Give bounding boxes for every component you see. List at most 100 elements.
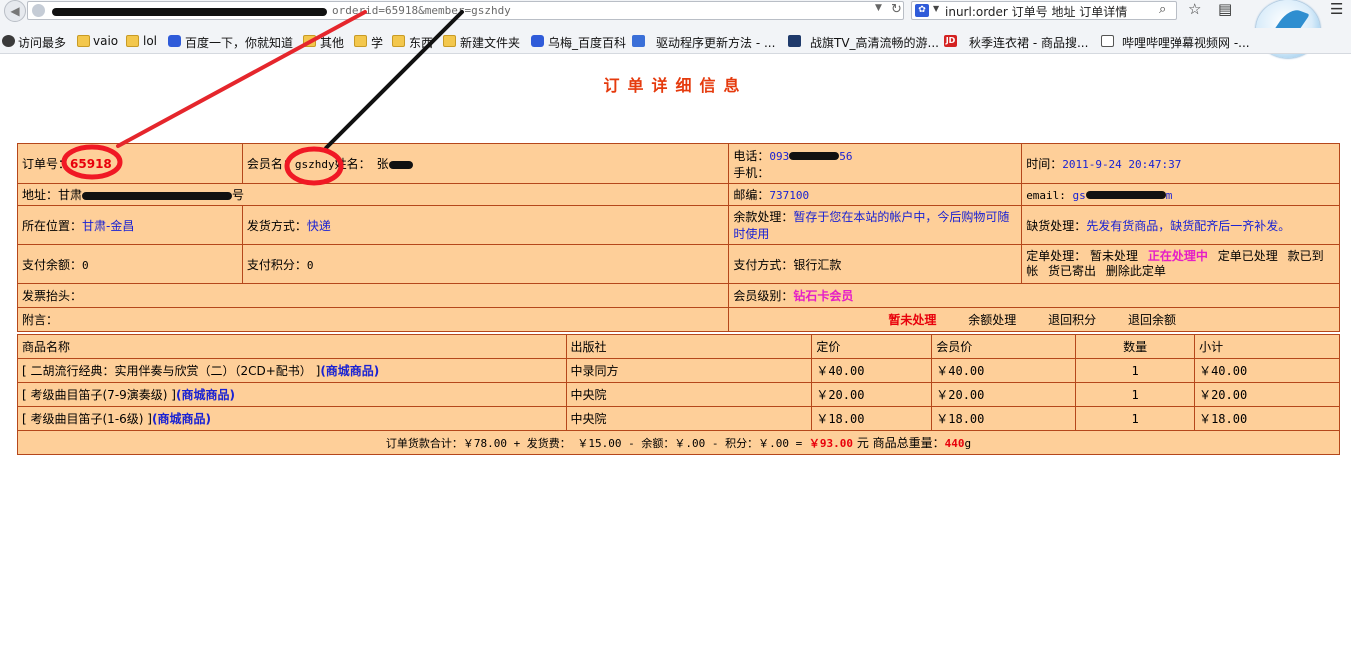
status-option-pending[interactable]: 暂未处理 [1090,249,1138,263]
bookmark-driver-update[interactable]: 驱动程序更新方法 - ... [656,34,775,51]
item-name[interactable]: [ 考级曲目笛子(7-9演奏级) ] [22,388,176,402]
item-tag[interactable]: (商城商品) [176,388,235,402]
url-history-dropdown-icon[interactable]: ▼ [875,3,882,13]
info-row: 地址：甘肃 号 邮编：737100 email: gs m [16,183,1340,206]
search-icon[interactable]: ⌕ [1159,2,1166,17]
bookmark-lol[interactable]: lol [143,34,157,48]
mobile-label: 手机： [733,165,770,180]
info-row: 支付余额：0 支付积分：0 支付方式：银行汇款 定单处理： 暂未处理 正在处理中… [17,244,1340,284]
item-name-cell: [ 考级曲目笛子(7-9演奏级) ](商城商品) [17,382,567,407]
pay-method-value: 银行汇款 [793,257,842,272]
address-prefix: 甘肃 [58,188,83,202]
time-label: 时间： [1026,157,1063,171]
address-suffix: 号 [232,188,245,202]
item-qty: 1 [1075,358,1196,383]
items-table: 商品名称 出版社 定价 会员价 数量 小计 [ 二胡流行经典：实用伴奏与欣赏（二… [17,334,1340,455]
name-value: 张 [376,157,389,171]
item-publisher: 中录同方 [565,358,813,383]
time-value: 2011-9-24 20:47:37 [1062,158,1182,171]
bookmarks-list-icon[interactable]: ▤ [1218,0,1232,18]
summary-total: ￥93.00 [808,437,854,450]
browser-toolbar: ◀ orderid=65918&member=gszhdy ▼ ↻ ✿ ▼ in… [0,0,1351,28]
time-cell: 时间：2011-9-24 20:47:37 [1021,143,1340,184]
search-bar[interactable]: ✿ ▼ inurl:order 订单号 地址 订单详情 ⌕ [911,1,1177,20]
phone-suffix: 56 [839,149,853,163]
back-button[interactable]: ◀ [4,0,26,22]
action-balance[interactable]: 余额处理 [968,313,1016,327]
status-option-processed[interactable]: 定单已处理 [1218,249,1278,263]
status-option-shipped[interactable]: 货已寄出 [1048,264,1096,278]
bookmark-baidu[interactable]: 百度一下，你就知道 [185,34,293,51]
table-row: [ 二胡流行经典：实用伴奏与欣赏（二）（2CD+配书） ](商城商品) 中录同方… [17,358,1340,383]
item-subtotal: ￥40.00 [1194,358,1340,383]
item-price: ￥20.00 [811,382,933,407]
address-bar[interactable]: orderid=65918&member=gszhdy ▼ ↻ [27,1,904,20]
bookmark-new-folder[interactable]: 新建文件夹 [460,34,520,51]
phone-redaction [789,152,840,160]
search-engine-dropdown-icon[interactable]: ▼ [933,4,939,13]
pay-method-label: 支付方式： [733,257,794,272]
item-member-price: ￥20.00 [931,382,1077,407]
points-value: 0 [306,258,314,272]
action-refund-points[interactable]: 退回积分 [1048,313,1096,327]
action-refund-balance[interactable]: 退回余额 [1128,313,1176,327]
bilibili-tv-icon [1101,35,1114,47]
item-name[interactable]: [ 二胡流行经典：实用伴奏与欣赏（二）（2CD+配书） ] [22,364,320,378]
search-input[interactable]: inurl:order 订单号 地址 订单详情 [945,3,1127,20]
url-redaction [52,8,327,16]
item-member-price: ￥40.00 [931,358,1077,383]
paid-value: 0 [82,258,89,272]
pay-method-cell: 支付方式：银行汇款 [728,244,1023,284]
bookmark-most-visited[interactable]: 访问最多 [18,34,66,51]
bookmark-dress-search[interactable]: 秋季连衣裙 - 商品搜... [969,34,1088,51]
location-label: 所在位置： [22,218,83,233]
bookmark-zhanqi-tv[interactable]: 战旗TV_高清流畅的游... [810,34,939,51]
jd-icon: JD [944,35,957,47]
bookmark-stuff[interactable]: 东西 [409,34,433,51]
member-value: gszhdy [294,158,335,171]
location-value: 甘肃-金昌 [82,218,135,233]
baidu-paw-icon [168,35,181,47]
status-option-processing[interactable]: 正在处理中 [1148,249,1208,263]
action-pending[interactable]: 暂未处理 [888,313,936,327]
page-title: 订单详细信息 [603,76,748,95]
col-header-name: 商品名称 [17,334,567,359]
item-subtotal: ￥18.00 [1194,406,1340,431]
name-redaction [388,160,413,169]
item-name[interactable]: [ 考级曲目笛子(1-6级) ] [22,412,152,426]
table-row: [ 考级曲目笛子(1-6级) ](商城商品) 中央院 ￥18.00 ￥18.00… [17,406,1340,431]
info-row: 订单号：65918 会员名：gszhdy姓名： 张 电话：093 56 手机： 时间… [17,143,1340,184]
order-number-value: 65918 [70,157,112,171]
order-number-label: 订单号： [22,157,71,171]
bookmark-vaio[interactable]: vaio [93,34,118,48]
col-header-publisher: 出版社 [565,334,813,359]
table-row: [ 考级曲目笛子(7-9演奏级) ](商城商品) 中央院 ￥20.00 ￥20.… [17,382,1340,407]
shipping-value: 快递 [306,218,331,233]
item-price: ￥18.00 [811,406,933,431]
bookmark-other[interactable]: 其他 [320,34,344,51]
paid-label: 支付余额： [22,257,83,272]
reload-icon[interactable]: ↻ [891,2,902,17]
item-tag[interactable]: (商城商品) [152,412,211,426]
bookmark-study[interactable]: 学 [371,34,383,51]
url-text: orderid=65918&member=gszhdy [332,4,511,17]
summary-text: 订单货款合计：￥78.00 + 发货费： ￥15.00 - 余额：￥.00 - … [385,437,809,450]
baidu-paw-icon[interactable]: ✿ [915,4,929,17]
status-option-delete[interactable]: 删除此定单 [1106,264,1166,278]
item-tag[interactable]: (商城商品) [320,364,379,378]
bookmark-wumei[interactable]: 乌梅_百度百科 [548,34,626,51]
actions-cell: 暂未处理 余额处理 退回积分 退回余额 [728,307,1340,332]
paid-cell: 支付余额：0 [17,244,243,284]
invoice-cell: 发票抬头： [16,283,730,308]
info-row: 附言： 暂未处理 余额处理 退回积分 退回余额 [16,307,1340,332]
balance-cell: 余款处理：暂存于您在本站的帐户中，今后购物可随时使用 [728,205,1023,245]
points-label: 支付积分： [246,257,307,272]
email-redaction [1085,191,1166,199]
bookmark-star-icon[interactable]: ☆ [1188,0,1201,18]
menu-icon[interactable]: ☰ [1330,0,1343,18]
col-header-price: 定价 [811,334,933,359]
bookmarks-bar: 访问最多 vaio lol 百度一下，你就知道 其他 学 东西 新建文件夹 乌梅… [0,28,1351,54]
location-cell: 所在位置：甘肃-金昌 [17,205,243,245]
level-label: 会员级别： [733,289,794,303]
bookmark-bilibili[interactable]: 哔哩哔哩弹幕视频网 -... [1122,34,1250,51]
